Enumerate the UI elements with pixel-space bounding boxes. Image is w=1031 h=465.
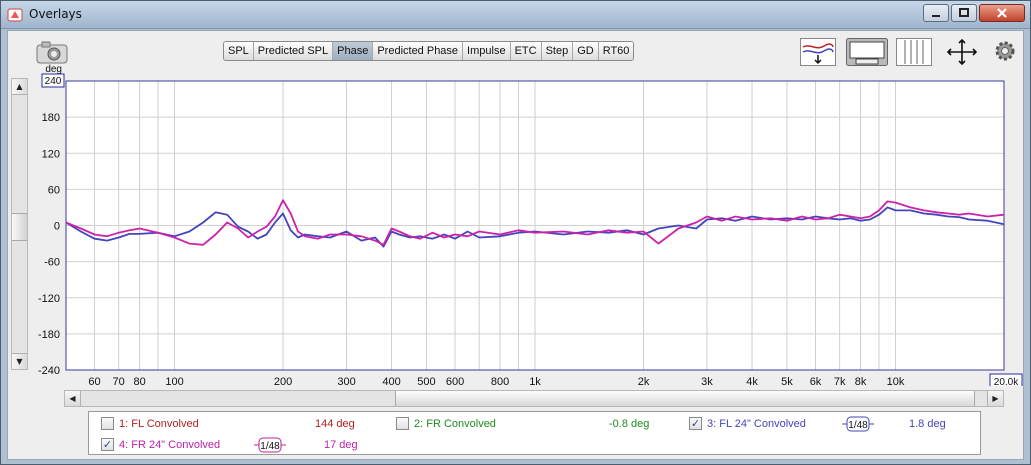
y-tick-label: 60 xyxy=(48,184,60,196)
x-tick-label: 1k xyxy=(529,376,541,386)
x-tick-label: 70 xyxy=(113,376,125,386)
window-title: Overlays xyxy=(29,7,82,21)
legend-label-4: 4: FR 24" Convolved xyxy=(119,439,221,451)
legend-checkbox-4[interactable]: ✓ xyxy=(101,438,114,451)
x-tick-label: 80 xyxy=(133,376,145,386)
app-icon xyxy=(7,8,23,22)
legend-value-3: 1.8 deg xyxy=(909,418,946,430)
y-tick-label: 0 xyxy=(54,221,60,233)
x-tick-label: 300 xyxy=(337,376,355,386)
x-tick-label: 10k xyxy=(887,376,905,386)
legend-checkbox-1[interactable] xyxy=(101,417,114,430)
smoothing-text-4: 1/48 xyxy=(260,441,280,452)
legend-label-3: 3: FL 24" Convolved xyxy=(707,418,806,430)
horizontal-scroll-thumb[interactable] xyxy=(395,391,975,406)
legend-label-2: 2: FR Convolved xyxy=(414,418,496,430)
legend-label-1: 1: FL Convolved xyxy=(119,418,199,430)
close-icon xyxy=(997,8,1007,18)
title-bar[interactable]: Overlays xyxy=(1,1,1030,29)
legend-checkbox-2[interactable] xyxy=(396,417,409,430)
y-unit-label: deg xyxy=(45,64,62,75)
x-tick-label: 200 xyxy=(274,376,292,386)
legend-value-2: -0.8 deg xyxy=(609,418,650,430)
smoothing-badge-4[interactable]: 1/48 xyxy=(253,437,287,453)
legend-panel: 1: FL Convolved 144 deg 2: FR Convolved … xyxy=(88,411,981,455)
y-max-box-label: 240 xyxy=(45,76,62,87)
x-tick-label: 100 xyxy=(165,376,183,386)
legend-value-4: 17 deg xyxy=(324,439,358,451)
smoothing-text-3: 1/48 xyxy=(848,420,868,431)
chart-grid xyxy=(65,80,1005,371)
x-tick-label: 5k xyxy=(781,376,793,386)
phase-chart[interactable]: 180120600-60-120-180-240deg24060 70 80 100 2… xyxy=(8,31,1025,386)
x-tick-label: 400 xyxy=(382,376,400,386)
x-tick-label: 8k xyxy=(855,376,867,386)
y-tick-label: -180 xyxy=(38,329,60,341)
x-tick-label: 600 xyxy=(446,376,464,386)
y-tick-label: -240 xyxy=(38,365,60,377)
x-tick-label: 2k xyxy=(638,376,650,386)
y-tick-label: 180 xyxy=(42,112,60,124)
x-tick-label: 7k xyxy=(834,376,846,386)
maximize-button[interactable] xyxy=(951,4,977,22)
x-tick-label: 3k xyxy=(701,376,713,386)
minimize-button[interactable] xyxy=(923,4,949,22)
close-button[interactable] xyxy=(979,4,1025,22)
legend-value-1: 144 deg xyxy=(315,418,355,430)
x-tick-label: 500 xyxy=(417,376,435,386)
x-tick-label: 6k xyxy=(810,376,822,386)
maximize-icon xyxy=(959,8,969,17)
x-tick-label: 800 xyxy=(491,376,509,386)
smoothing-badge-3[interactable]: 1/48 xyxy=(841,416,875,432)
x-max-box-label: 20.0k xyxy=(994,377,1019,386)
legend-checkbox-3[interactable]: ✓ xyxy=(689,417,702,430)
x-tick-label: 4k xyxy=(746,376,758,386)
y-tick-label: -60 xyxy=(44,257,60,269)
scroll-left-button[interactable]: ◀ xyxy=(65,391,81,406)
horizontal-scrollbar[interactable]: ◀ ▶ xyxy=(64,390,1004,407)
minimize-icon xyxy=(932,15,940,17)
x-tick-label: 60 xyxy=(88,376,100,386)
scroll-right-button[interactable]: ▶ xyxy=(987,391,1003,406)
y-tick-label: -120 xyxy=(38,293,60,305)
y-tick-label: 120 xyxy=(42,148,60,160)
overlays-panel: SPL Predicted SPL Phase Predicted Phase Impu… xyxy=(7,30,1024,460)
overlays-window: Overlays SPL Predicted SPL Phase Predicted … xyxy=(0,0,1031,465)
